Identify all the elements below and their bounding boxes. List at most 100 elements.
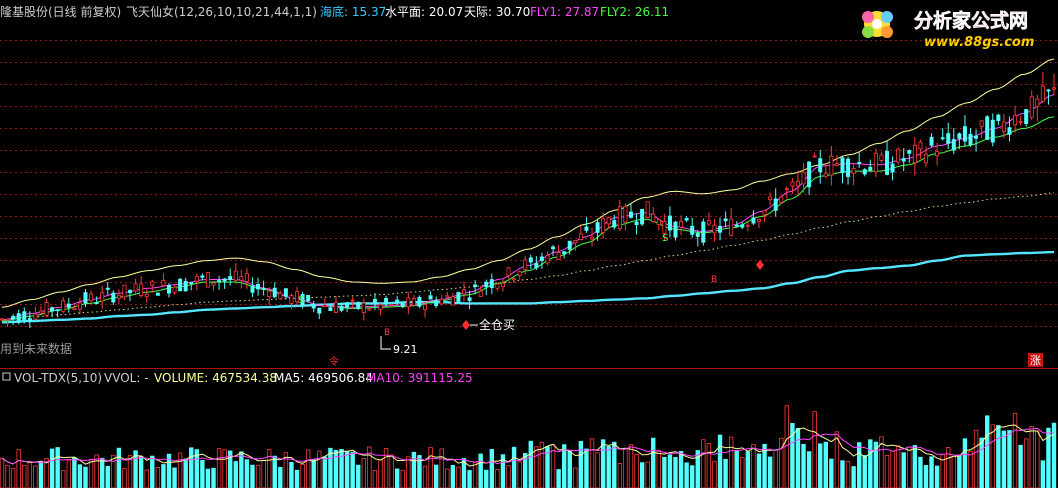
candle-body-57 [317, 307, 322, 314]
candle-body-99 [551, 246, 556, 250]
volume-bar-139 [773, 449, 778, 488]
volume-bar-49 [272, 455, 277, 488]
volume-bar-74 [411, 451, 417, 488]
candle-body-182 [1013, 115, 1018, 126]
candle-body-135 [751, 217, 756, 224]
volume-bar-7 [38, 462, 44, 488]
candle-body-178 [990, 119, 995, 143]
candle-body-163 [907, 150, 912, 154]
candle-body-147 [818, 158, 823, 173]
candle-body-2 [11, 315, 16, 320]
candle-body-185 [1029, 96, 1034, 118]
volume-bar-145 [806, 451, 812, 488]
candle-body-56 [311, 303, 316, 309]
candle-body-189 [1052, 87, 1057, 90]
candle-body-72 [400, 302, 405, 308]
volume-bar-155 [862, 455, 867, 488]
candle-body-183 [1018, 121, 1023, 123]
candle-body-47 [261, 287, 266, 290]
volume-bar-17 [94, 454, 99, 488]
candle-body-167 [929, 136, 934, 146]
volume-bar-65 [361, 458, 366, 488]
volume-bar-10 [55, 447, 60, 488]
future-data-note: 用到未来数据 [0, 341, 72, 356]
candle-body-84 [467, 297, 472, 301]
candle-body-180 [1001, 121, 1006, 132]
volume-bar-161 [895, 445, 901, 488]
volume-bar-147 [818, 443, 823, 488]
candle-body-16 [89, 293, 94, 302]
fly2-path [1, 116, 1055, 322]
volume-bar-131 [728, 436, 734, 488]
candle-body-134 [745, 224, 750, 227]
candle-body-74 [411, 298, 416, 306]
candle-body-160 [890, 163, 895, 173]
candle-body-5 [27, 318, 32, 321]
candle-body-122 [679, 221, 684, 228]
low-price-label: 9.21 [393, 343, 418, 356]
candle-body-19 [105, 287, 110, 290]
volume-bar-2 [10, 467, 16, 488]
candle-body-112 [623, 206, 628, 223]
candle-body-136 [756, 219, 761, 222]
volume-bar-109 [606, 446, 611, 488]
candle-body-125 [695, 233, 700, 237]
candle-body-25 [139, 283, 144, 296]
volume-bar-14 [77, 464, 83, 488]
volume-bar-33 [183, 458, 188, 488]
volume-bar-143 [795, 427, 801, 488]
volume-bar-69 [383, 448, 389, 488]
candle-body-41 [228, 276, 233, 280]
volume-bar-48 [266, 449, 272, 488]
candle-body-88 [489, 279, 494, 289]
red-marker: 令 [329, 355, 339, 368]
volume-bar-103 [573, 467, 578, 488]
volume-bar-127 [706, 443, 712, 488]
volume-bar-89 [495, 469, 500, 488]
volume-bar-122 [678, 450, 684, 488]
candle-body-97 [539, 256, 544, 261]
candle-body-21 [116, 294, 121, 299]
sell-mark-s1: S [298, 295, 304, 306]
volume-bar-101 [561, 444, 567, 488]
volume-bar-73 [406, 456, 411, 488]
candle-body-76 [423, 304, 428, 311]
candle-body-144 [801, 171, 806, 185]
candle-body-139 [773, 198, 778, 211]
vol-collapse-icon[interactable] [2, 372, 11, 381]
volume-bar-50 [278, 466, 283, 488]
volume-bar-18 [99, 457, 105, 488]
volume-bar-180 [1001, 430, 1007, 488]
candle-body-150 [834, 163, 839, 166]
candle-body-39 [217, 280, 222, 283]
sell-mark-s2: S [662, 233, 668, 244]
vol-ma5: MA5: 469506.84 [274, 371, 373, 385]
candle-body-13 [72, 307, 77, 311]
candle-body-171 [951, 139, 956, 151]
candle-body-43 [239, 276, 244, 281]
candle-body-188 [1046, 89, 1051, 92]
sky-line [1, 58, 1055, 308]
volume-bar-113 [628, 444, 634, 488]
volume-bar-9 [49, 448, 55, 488]
candle-body-62 [345, 302, 350, 308]
volume-bar-19 [105, 465, 110, 488]
candle-body-152 [846, 158, 851, 177]
candle-body-48 [267, 290, 272, 298]
candle-body-31 [172, 286, 177, 293]
volume-bar-96 [534, 446, 539, 488]
candle-body-142 [790, 181, 795, 187]
candle-body-26 [144, 293, 149, 297]
volume-bar-173 [962, 438, 968, 488]
volume-bar-172 [957, 454, 962, 488]
volume-bar-67 [372, 469, 378, 488]
volume-bar-71 [394, 468, 400, 488]
volume-bar-0 [0, 457, 5, 488]
volume-bar-81 [450, 464, 456, 488]
volume-bar-100 [556, 469, 561, 488]
candle-body-44 [244, 273, 249, 282]
candle-body-186 [1035, 98, 1040, 108]
volume-bar-128 [712, 460, 717, 488]
volume-bar-54 [300, 464, 305, 488]
volume-bar-153 [851, 466, 856, 488]
